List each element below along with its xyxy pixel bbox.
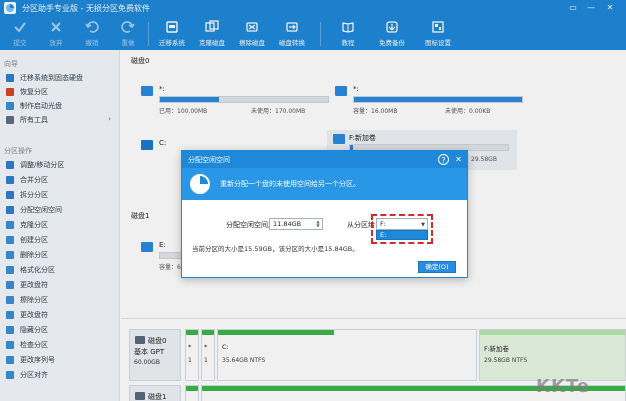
dialog-description: 重新分配一个盘的未使用空间给另一个分区。: [220, 180, 360, 188]
dialog-banner: 重新分配一个盘的未使用空间给另一个分区。: [182, 168, 467, 200]
highlight-annotation: [371, 214, 433, 244]
ok-button[interactable]: 确定(O): [418, 261, 456, 273]
close-icon[interactable]: ✕: [453, 154, 464, 165]
alloc-amount-label: 分配空闲空间从: [226, 221, 275, 229]
allocate-space-dialog: 分配空闲空间 ? ✕ 重新分配一个盘的未使用空间给另一个分区。 分配空闲空间从 …: [181, 150, 468, 278]
size-info-text: 当前分区的大小是15.59GB，该分区的大小是15.84GB。: [192, 245, 359, 253]
help-icon[interactable]: ?: [438, 154, 449, 165]
alloc-amount-input[interactable]: 11.84GB ▲ ▼: [269, 218, 323, 230]
watermark: KKTe: [536, 376, 590, 397]
dialog-title: 分配空闲空间: [188, 156, 230, 164]
spinner-icon[interactable]: ▲ ▼: [315, 220, 321, 228]
pie-chart-icon: [190, 174, 210, 194]
dialog-title-bar: 分配空闲空间 ? ✕: [182, 151, 467, 168]
